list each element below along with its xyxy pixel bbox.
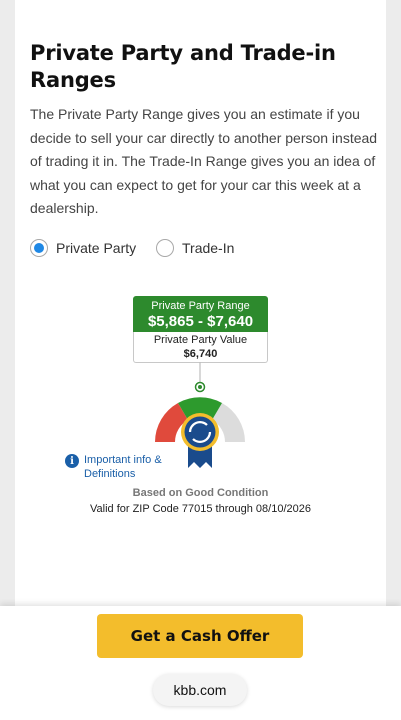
value-title: Private Party Value xyxy=(153,334,248,346)
radio-trade-in[interactable]: Trade-In xyxy=(156,236,234,260)
condition-label: Based on Good Condition xyxy=(132,487,269,499)
get-cash-offer-button[interactable]: Get a Cash Offer xyxy=(97,614,303,658)
section-heading: Private Party and Trade-in Ranges xyxy=(30,41,336,92)
radio-private-party[interactable]: Private Party xyxy=(30,236,136,260)
bottom-action-bar: Get a Cash Offer kbb.com xyxy=(0,606,401,720)
price-range-box: Private Party Range $5,865 - $7,640 xyxy=(133,296,268,332)
value-amount: $6,740 xyxy=(183,348,218,360)
section-description: The Private Party Range gives you an est… xyxy=(30,106,378,216)
radio-button[interactable] xyxy=(156,239,174,257)
important-info-link[interactable]: i Important info & Definitions xyxy=(65,453,164,481)
browser-url-pill[interactable]: kbb.com xyxy=(153,674,247,706)
radio-label-trade-in: Trade-In xyxy=(182,240,235,256)
range-title: Private Party Range xyxy=(151,300,250,312)
info-icon[interactable]: i xyxy=(65,454,79,468)
value-gauge xyxy=(155,362,245,468)
important-info-label[interactable]: Important info & Definitions xyxy=(84,453,164,481)
radio-button-selected[interactable] xyxy=(30,239,48,257)
private-party-value-box: Private Party Value $6,740 xyxy=(133,332,268,363)
valid-zip-label: Valid for ZIP Code 77015 through 08/10/2… xyxy=(90,503,311,515)
range-value: $5,865 - $7,640 xyxy=(147,313,254,330)
radio-label-private-party: Private Party xyxy=(56,240,137,256)
